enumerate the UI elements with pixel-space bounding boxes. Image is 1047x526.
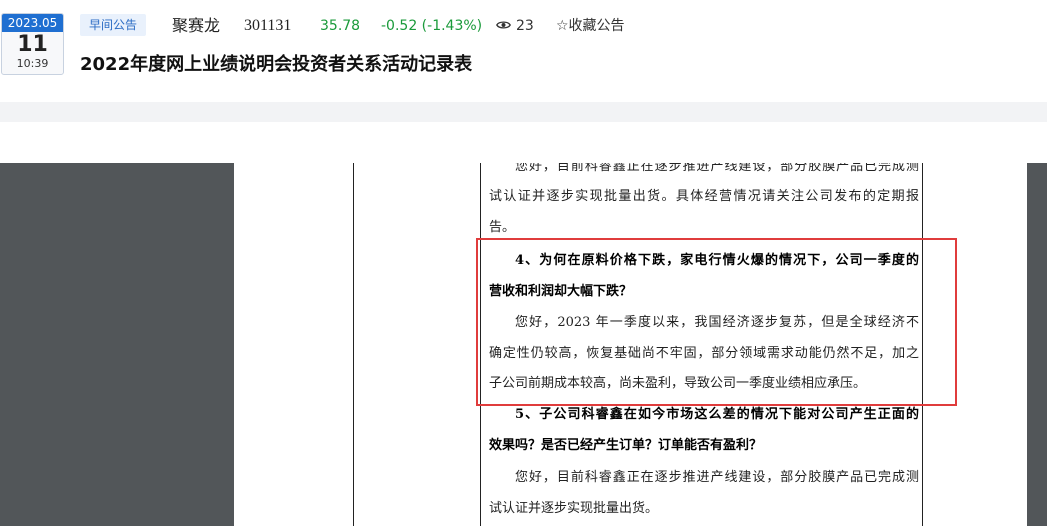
question-4-line-2: 营收和利润却大幅下跌？ bbox=[489, 284, 633, 299]
answer-3-line-3: 告。 bbox=[489, 220, 516, 235]
answer-5-line-2: 试认证并逐步实现批量出货。 bbox=[489, 501, 659, 516]
answer-4-line-1: 您好，2023 年一季度以来，我国经济逐步复苏，但是全球经济不 bbox=[515, 315, 919, 330]
question-4-line-1: 4、为何在原料价格下跌，家电行情火爆的情况下，公司一季度的 bbox=[515, 253, 919, 268]
separator-band bbox=[0, 102, 1047, 122]
answer-3-line-2: 试认证并逐步实现批量出货。具体经营情况请关注公司发布的定期报 bbox=[489, 189, 919, 204]
date-badge: 2023.05 11 10:39 bbox=[1, 13, 64, 75]
document-viewer[interactable]: 您好，目前科睿鑫正在逐步推进产线建设，部分胶膜产品已完成测 试认证并逐步实现批量… bbox=[0, 163, 1047, 526]
date-time: 10:39 bbox=[16, 57, 49, 70]
table-border-left bbox=[353, 163, 354, 526]
date-day: 11 bbox=[17, 32, 48, 57]
stock-price: 35.78 bbox=[320, 18, 361, 34]
question-5-line-1: 5、子公司科睿鑫在如今市场这么差的情况下能对公司产生正面的 bbox=[515, 407, 919, 422]
eye-icon bbox=[496, 16, 511, 36]
answer-5-line-1: 您好，目前科睿鑫正在逐步推进产线建设，部分胶膜产品已完成测 bbox=[515, 470, 919, 485]
document-page: 您好，目前科睿鑫正在逐步推进产线建设，部分胶膜产品已完成测 试认证并逐步实现批量… bbox=[234, 163, 1027, 526]
stock-name[interactable]: 聚赛龙 bbox=[172, 15, 220, 37]
answer-4-line-3: 子公司前期成本较高，尚未盈利，导致公司一季度业绩相应承压。 bbox=[489, 376, 867, 391]
page-title: 2022年度网上业绩说明会投资者关系活动记录表 bbox=[80, 54, 473, 75]
answer-3-line-1: 您好，目前科睿鑫正在逐步推进产线建设，部分胶膜产品已完成测 bbox=[515, 163, 919, 174]
announcement-header: 2023.05 11 10:39 早间公告 聚赛龙 301131 35.78 -… bbox=[0, 0, 1047, 100]
question-5-line-2: 效果吗？是否已经产生订单？订单能否有盈利？ bbox=[489, 438, 763, 453]
stock-code[interactable]: 301131 bbox=[244, 15, 291, 37]
table-border-middle bbox=[480, 163, 481, 526]
category-tag[interactable]: 早间公告 bbox=[80, 14, 147, 36]
view-count: 23 bbox=[496, 16, 534, 36]
date-year-month: 2023.05 bbox=[2, 14, 63, 32]
view-count-value: 23 bbox=[516, 18, 534, 34]
table-border-right bbox=[922, 163, 923, 526]
stock-change: -0.52 (-1.43%) bbox=[381, 18, 483, 34]
favorite-button[interactable]: ☆收藏公告 bbox=[556, 16, 625, 36]
answer-4-line-2: 确定性仍较高，恢复基础尚不牢固，部分领域需求动能仍然不足，加之 bbox=[489, 346, 919, 361]
